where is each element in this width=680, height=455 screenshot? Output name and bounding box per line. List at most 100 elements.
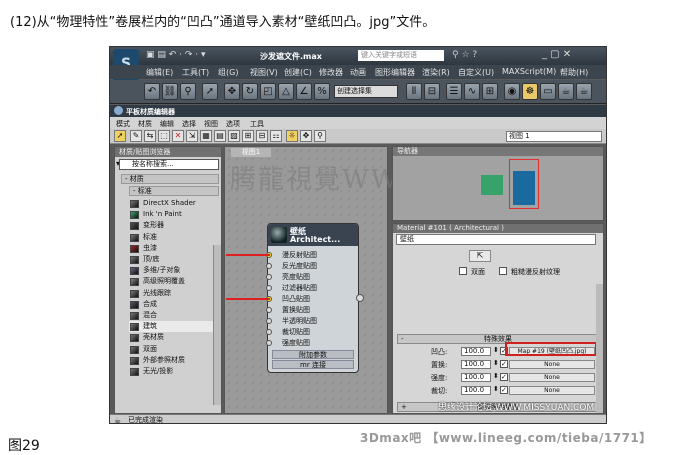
me-menu-options[interactable]: 选项: [226, 119, 240, 129]
link-icon[interactable]: ⛓: [162, 83, 178, 100]
material-name-field[interactable]: 壁纸: [396, 234, 596, 245]
material-list-item[interactable]: 壳材质: [129, 332, 221, 343]
slot-socket-icon[interactable]: [266, 329, 272, 335]
map-button[interactable]: None: [509, 373, 595, 382]
node-output-socket[interactable]: [356, 294, 364, 302]
amount-spinner[interactable]: 100.0: [461, 386, 491, 395]
browser-search-input[interactable]: 按名称搜索...: [119, 159, 219, 170]
search-input[interactable]: 键入关键字或短语: [358, 50, 444, 61]
amount-spinner[interactable]: 100.0: [461, 373, 491, 382]
me-menu-select[interactable]: 选择: [182, 119, 196, 129]
menu-group[interactable]: 组(G): [218, 67, 238, 78]
node-input-slot[interactable]: 漫反射贴图: [266, 250, 354, 260]
material-list-item[interactable]: 建筑: [129, 321, 221, 333]
menu-tools[interactable]: 工具(T): [182, 67, 209, 78]
view-tab[interactable]: 视图1: [231, 148, 271, 157]
render-frame-icon[interactable]: ▭: [540, 83, 556, 100]
slot-socket-icon[interactable]: [266, 340, 272, 346]
schematic-icon[interactable]: ⊞: [482, 83, 498, 100]
rough-diffuse-checkbox[interactable]: [499, 267, 507, 275]
me-menu-modes[interactable]: 模式: [116, 119, 130, 129]
group-material[interactable]: - 材质: [121, 174, 219, 184]
material-editor-icon[interactable]: ◉: [504, 83, 520, 100]
slot-socket-icon[interactable]: [266, 307, 272, 313]
material-list-item[interactable]: 合成: [129, 299, 221, 310]
layout-children-icon[interactable]: ⊟: [256, 130, 268, 142]
move-icon[interactable]: ✥: [224, 83, 240, 100]
node-mr-connection[interactable]: mr 连接: [272, 360, 354, 369]
menu-animation[interactable]: 动画: [350, 67, 366, 78]
amount-spinner[interactable]: 100.0: [461, 360, 491, 369]
map-button[interactable]: None: [509, 360, 595, 369]
map-enable-checkbox[interactable]: ✓: [500, 360, 508, 368]
spinner-arrows-icon[interactable]: ⬍: [493, 385, 499, 393]
percent-snap-icon[interactable]: %: [314, 83, 330, 100]
undo-icon[interactable]: ↶: [144, 83, 160, 100]
show-map-icon[interactable]: ▤: [214, 130, 226, 142]
menu-maxscript[interactable]: MAXScript(M): [502, 67, 556, 76]
node-input-slot[interactable]: 凹凸贴图: [266, 294, 354, 304]
put-material-icon[interactable]: ⇆: [144, 130, 156, 142]
me-menu-view[interactable]: 视图: [204, 119, 218, 129]
slot-socket-icon[interactable]: [266, 285, 272, 291]
menu-edit[interactable]: 编辑(E): [146, 67, 173, 78]
double-sided-checkbox[interactable]: [459, 267, 467, 275]
menu-help[interactable]: 帮助(H): [560, 67, 588, 78]
material-list-item[interactable]: 变形器: [129, 220, 221, 231]
zoom-icon[interactable]: ⚲: [314, 130, 326, 142]
selection-set-dropdown[interactable]: 创建选择集: [334, 85, 398, 98]
me-menu-material[interactable]: 材质: [138, 119, 152, 129]
spinner-arrows-icon[interactable]: ⬍: [493, 346, 499, 354]
align-icon[interactable]: ⊟: [424, 83, 440, 100]
material-list-item[interactable]: 双面: [129, 344, 221, 355]
node-input-slot[interactable]: 反光度贴图: [266, 261, 354, 271]
material-list-item[interactable]: 混合: [129, 310, 221, 321]
render-production-icon[interactable]: ☕: [576, 83, 592, 100]
material-list-item[interactable]: Ink 'n Paint: [129, 209, 221, 220]
amount-spinner[interactable]: 100.0: [461, 347, 491, 356]
menu-graph-editors[interactable]: 图形编辑器: [375, 67, 415, 78]
menu-create[interactable]: 创建(C): [284, 67, 312, 78]
spinner-arrows-icon[interactable]: ⬍: [493, 359, 499, 367]
map-button[interactable]: None: [509, 386, 595, 395]
slot-socket-icon[interactable]: [266, 274, 272, 280]
rotate-icon[interactable]: ↻: [242, 83, 258, 100]
pick-material-icon[interactable]: ✎: [130, 130, 142, 142]
curve-editor-icon[interactable]: ∿: [464, 83, 480, 100]
select-icon[interactable]: ➚: [202, 83, 218, 100]
spinner-arrows-icon[interactable]: ⬍: [493, 372, 499, 380]
browser-scrollbar[interactable]: [213, 245, 221, 405]
material-list-item[interactable]: 光线跟踪: [129, 288, 221, 299]
material-list-item[interactable]: 多维/子对象: [129, 265, 221, 276]
select-tool-icon[interactable]: ➚: [114, 130, 126, 142]
material-list-item[interactable]: 无光/投影: [129, 366, 221, 377]
material-node[interactable]: 壁纸 Architect... 漫反射贴图 反光度贴图 亮度贴图 过滤器贴图 凹凸贴图置…: [226, 223, 364, 373]
material-list-item[interactable]: 高级照明覆盖: [129, 276, 221, 287]
group-standard[interactable]: - 标准: [129, 186, 219, 196]
map-enable-checkbox[interactable]: ✓: [500, 373, 508, 381]
slot-socket-icon[interactable]: [266, 263, 272, 269]
assign-material-icon[interactable]: ⬚: [158, 130, 170, 142]
node-input-slot[interactable]: 亮度贴图: [266, 272, 354, 282]
node-input-slot[interactable]: 半透明贴图: [266, 316, 354, 326]
view-dropdown[interactable]: 视图 1: [506, 131, 602, 142]
angle-snap-icon[interactable]: ∠: [296, 83, 312, 100]
menu-modifiers[interactable]: 修改器: [319, 67, 343, 78]
me-menu-edit[interactable]: 编辑: [160, 119, 174, 129]
menu-customize[interactable]: 自定义(U): [458, 67, 494, 78]
param-scrollbar[interactable]: [596, 284, 603, 413]
snap-icon[interactable]: △: [278, 83, 294, 100]
me-menu-utilities[interactable]: 工具: [250, 119, 264, 129]
show-background-icon[interactable]: ▨: [228, 130, 240, 142]
bind-icon[interactable]: ⚲: [180, 83, 196, 100]
search-icon[interactable]: ⚲ ☆ ?: [452, 50, 477, 60]
layout-icon[interactable]: ⊞: [242, 130, 254, 142]
render-setup-icon[interactable]: ☸: [522, 83, 538, 100]
highlight-icon[interactable]: ☼: [286, 130, 298, 142]
node-input-slot[interactable]: 强度贴图: [266, 338, 354, 348]
menu-views[interactable]: 视图(V): [250, 67, 278, 78]
move-children-icon[interactable]: ⇲: [186, 130, 198, 142]
material-list-item[interactable]: 标准: [129, 232, 221, 243]
material-list-item[interactable]: 顶/底: [129, 254, 221, 265]
render-icon[interactable]: ☕: [558, 83, 574, 100]
